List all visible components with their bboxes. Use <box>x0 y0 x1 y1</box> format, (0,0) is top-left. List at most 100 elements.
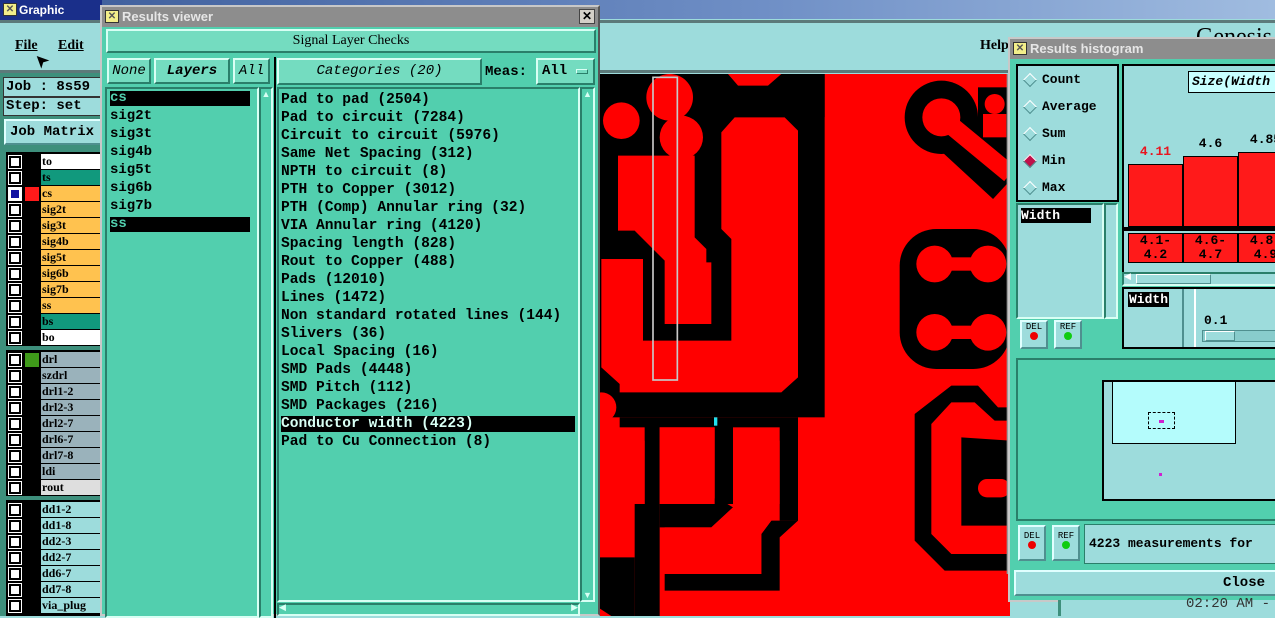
job-matrix-button[interactable]: Job Matrix <box>4 119 102 145</box>
scroll-left-icon[interactable]: ◀ <box>279 602 286 613</box>
layer-checkbox[interactable] <box>8 155 22 169</box>
layer-row[interactable]: drl6-7 <box>6 432 102 448</box>
layer-row[interactable]: ss <box>6 298 102 314</box>
category-item[interactable]: Lines (1472) <box>281 290 575 306</box>
category-item[interactable]: PTH (Comp) Annular ring (32) <box>281 200 575 216</box>
layer-list-item[interactable]: sig6b <box>110 181 250 196</box>
layer-checkbox[interactable] <box>8 433 22 447</box>
layer-row[interactable]: dd7-8 <box>6 582 102 598</box>
layer-name[interactable]: drl <box>41 352 102 367</box>
layer-row[interactable]: sig5t <box>6 250 102 266</box>
slider-thumb[interactable] <box>1205 331 1235 341</box>
category-item[interactable]: Conductor width (4223) <box>281 416 575 432</box>
layer-name[interactable]: drl2-7 <box>41 416 102 431</box>
mode-radio-average[interactable]: Average <box>1022 98 1117 116</box>
category-list[interactable]: Pad to pad (2504) Pad to circuit (7284) Ci… <box>277 87 580 602</box>
category-item[interactable]: PTH to Copper (3012) <box>281 182 575 198</box>
layer-name[interactable]: ss <box>41 298 102 313</box>
layer-name[interactable]: drl7-8 <box>41 448 102 463</box>
layer-name[interactable]: dd6-7 <box>41 566 102 581</box>
layer-list-item[interactable]: cs <box>110 91 250 106</box>
layer-checkbox[interactable] <box>8 267 22 281</box>
layer-checkbox[interactable] <box>8 219 22 233</box>
mode-radio-min[interactable]: Min <box>1022 152 1117 170</box>
layer-row[interactable]: bs <box>6 314 102 330</box>
layer-list-scrollbar[interactable]: ▲ <box>259 87 273 618</box>
del-button[interactable]: DEL <box>1020 320 1048 349</box>
layers-button[interactable]: Layers <box>154 58 230 84</box>
ref-button[interactable]: REF <box>1054 320 1082 349</box>
layer-checkbox[interactable] <box>8 599 22 613</box>
category-item[interactable]: SMD Pads (4448) <box>281 362 575 378</box>
all-layers-button[interactable]: All <box>233 58 270 84</box>
layer-name[interactable]: sig6b <box>41 266 102 281</box>
layer-name[interactable]: dd1-2 <box>41 502 102 517</box>
layer-row[interactable]: sig6b <box>6 266 102 282</box>
bin-size-slider[interactable] <box>1202 330 1275 342</box>
layer-name[interactable]: sig5t <box>41 250 102 265</box>
layer-name[interactable]: sig7b <box>41 282 102 297</box>
mode-radio-sum[interactable]: Sum <box>1022 125 1117 143</box>
layer-name[interactable]: dd2-3 <box>41 534 102 549</box>
layer-name[interactable]: rout <box>41 480 102 495</box>
category-item[interactable]: VIA Annular ring (4120) <box>281 218 575 234</box>
category-item[interactable]: Non standard rotated lines (144) <box>281 308 575 324</box>
layer-checkbox[interactable] <box>8 567 22 581</box>
layer-row[interactable]: cs <box>6 186 102 202</box>
layer-row[interactable]: dd1-2 <box>6 502 102 518</box>
histogram-bar[interactable] <box>1238 152 1275 227</box>
category-item[interactable]: Pads (12010) <box>281 272 575 288</box>
layer-row[interactable]: dd1-8 <box>6 518 102 534</box>
layer-name[interactable]: dd1-8 <box>41 518 102 533</box>
histogram-bar[interactable] <box>1128 163 1183 227</box>
layer-name[interactable]: sig3t <box>41 218 102 233</box>
layer-row[interactable]: sig3t <box>6 218 102 234</box>
menu-file[interactable]: File <box>15 38 38 54</box>
layer-checkbox[interactable] <box>8 449 22 463</box>
layer-list-item[interactable]: ss <box>110 217 250 232</box>
categories-button[interactable]: Categories (20) <box>277 58 482 85</box>
menu-help[interactable]: Help <box>980 38 1009 54</box>
layer-row[interactable]: dd2-7 <box>6 550 102 566</box>
scroll-up-icon[interactable]: ▲ <box>261 89 271 99</box>
category-item[interactable]: Pad to circuit (7284) <box>281 110 575 126</box>
attribute-item-width[interactable]: Width <box>1021 208 1091 223</box>
results-viewer-titlebar[interactable]: ✕ Results viewer ✕ <box>102 7 598 27</box>
layer-checkbox[interactable] <box>8 519 22 533</box>
layer-list[interactable]: cs sig2t sig3t sig4b sig5t sig6b sig7b ss <box>105 87 259 618</box>
layer-row[interactable]: drl2-3 <box>6 400 102 416</box>
category-item[interactable]: Pad to pad (2504) <box>281 92 575 108</box>
mode-radio-max[interactable]: Max <box>1022 179 1117 197</box>
layer-checkbox[interactable] <box>8 171 22 185</box>
layer-row[interactable]: drl2-7 <box>6 416 102 432</box>
layer-checkbox[interactable] <box>8 369 22 383</box>
category-item[interactable]: Circuit to circuit (5976) <box>281 128 575 144</box>
layer-checkbox[interactable] <box>8 481 22 495</box>
layer-checkbox[interactable] <box>8 283 22 297</box>
scroll-down-icon[interactable]: ▼ <box>582 590 593 600</box>
close-button[interactable]: Close <box>1014 570 1275 596</box>
category-item[interactable]: Slivers (36) <box>281 326 575 342</box>
layer-row[interactable]: to <box>6 154 102 170</box>
layer-name[interactable]: dd2-7 <box>41 550 102 565</box>
layer-name[interactable]: bo <box>41 330 102 345</box>
layer-name[interactable]: via_plug <box>41 598 102 613</box>
layer-name[interactable]: to <box>41 154 102 169</box>
layer-list-item[interactable]: sig3t <box>110 127 250 142</box>
layer-checkbox[interactable] <box>8 315 22 329</box>
category-item[interactable]: SMD Pitch (112) <box>281 380 575 396</box>
layer-checkbox[interactable] <box>8 583 22 597</box>
layer-list-item[interactable]: sig7b <box>110 199 250 214</box>
scroll-right-icon[interactable]: ▶ <box>571 602 578 613</box>
layer-checkbox[interactable] <box>8 235 22 249</box>
layer-row[interactable]: sig4b <box>6 234 102 250</box>
layer-name[interactable]: szdrl <box>41 368 102 383</box>
layer-name[interactable]: ts <box>41 170 102 185</box>
layer-name[interactable]: bs <box>41 314 102 329</box>
layer-name[interactable]: sig2t <box>41 202 102 217</box>
layer-row[interactable]: dd2-3 <box>6 534 102 550</box>
layer-row[interactable]: ts <box>6 170 102 186</box>
close-icon[interactable]: ✕ <box>579 9 595 24</box>
layer-checkbox[interactable] <box>8 503 22 517</box>
pcb-canvas[interactable] <box>598 74 1010 616</box>
